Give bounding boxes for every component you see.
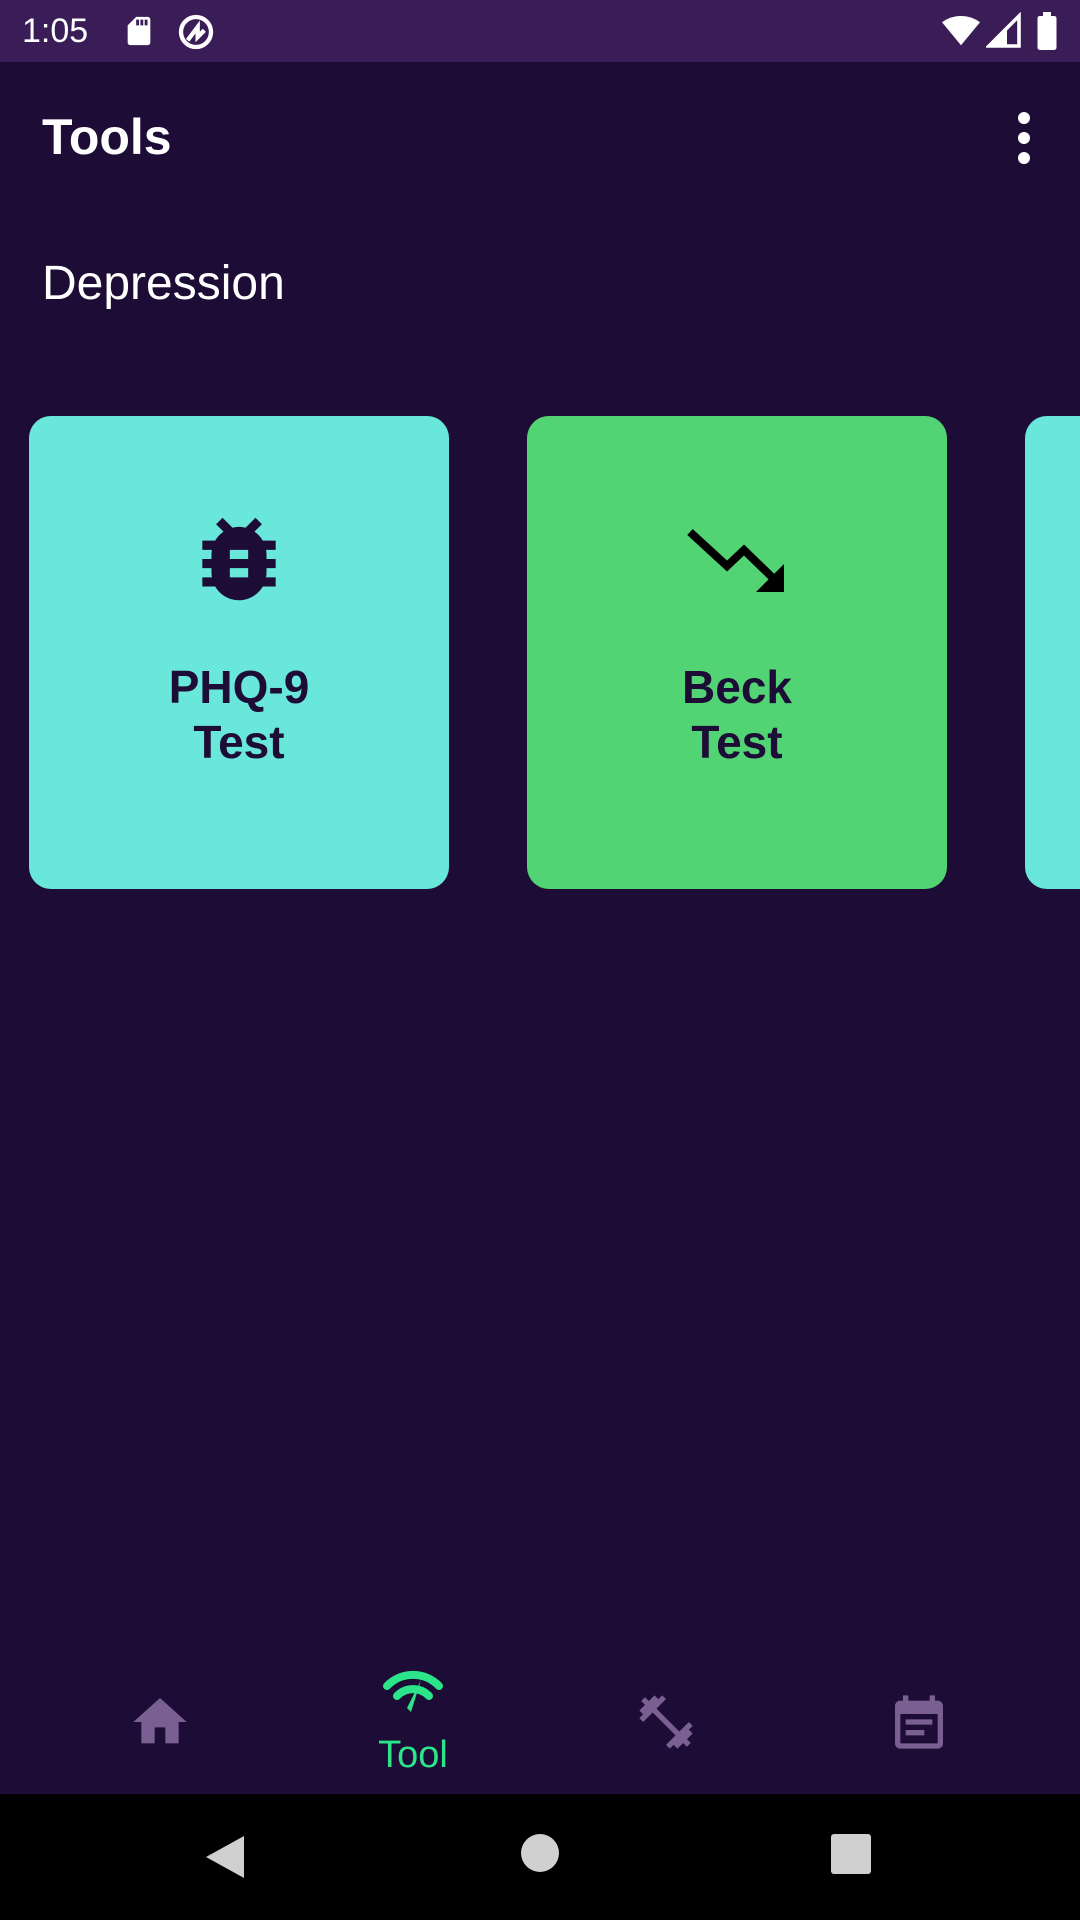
partial-tool-card[interactable] (1025, 416, 1080, 889)
signal-icon (984, 11, 1022, 55)
recents-icon[interactable] (831, 1834, 871, 1879)
status-time: 1:05 (22, 12, 89, 50)
status-bar: 1:05 (0, 0, 1080, 62)
sd-card-icon (122, 12, 156, 55)
trending-down-icon (682, 504, 792, 614)
phq9-test-card[interactable]: PHQ-9 Test (29, 416, 449, 889)
card-label: PHQ-9 Test (168, 661, 310, 768)
page-title: Tools (42, 109, 172, 165)
nav-label-tool: Tool (378, 1734, 448, 1776)
battery-icon (1036, 12, 1058, 55)
nav-item-tool[interactable]: Tool (278, 1650, 548, 1794)
tool-card-row: PHQ-9 Test Beck Test (0, 416, 1080, 889)
beck-test-card[interactable]: Beck Test (527, 416, 947, 889)
back-icon[interactable] (200, 1832, 250, 1887)
data-saver-icon (176, 12, 216, 57)
bottom-navigation: Tool (0, 1650, 1080, 1794)
app-bar: Tools (0, 62, 1080, 214)
home-icon (128, 1690, 192, 1754)
nav-item-home[interactable] (25, 1650, 295, 1794)
notes-icon (887, 1690, 951, 1754)
nav-item-fitness[interactable] (531, 1650, 801, 1794)
tool-icon (381, 1660, 445, 1724)
more-options-button[interactable] (988, 102, 1060, 174)
home-circle-icon[interactable] (519, 1832, 561, 1879)
more-vert-icon (1018, 112, 1030, 164)
section-title: Depression (42, 257, 285, 310)
nav-item-notes[interactable] (784, 1650, 1054, 1794)
system-navigation-bar (0, 1794, 1080, 1920)
bug-icon (184, 504, 294, 614)
wifi-icon (940, 12, 982, 55)
card-label: Beck Test (682, 661, 792, 768)
fitness-icon (634, 1690, 698, 1754)
